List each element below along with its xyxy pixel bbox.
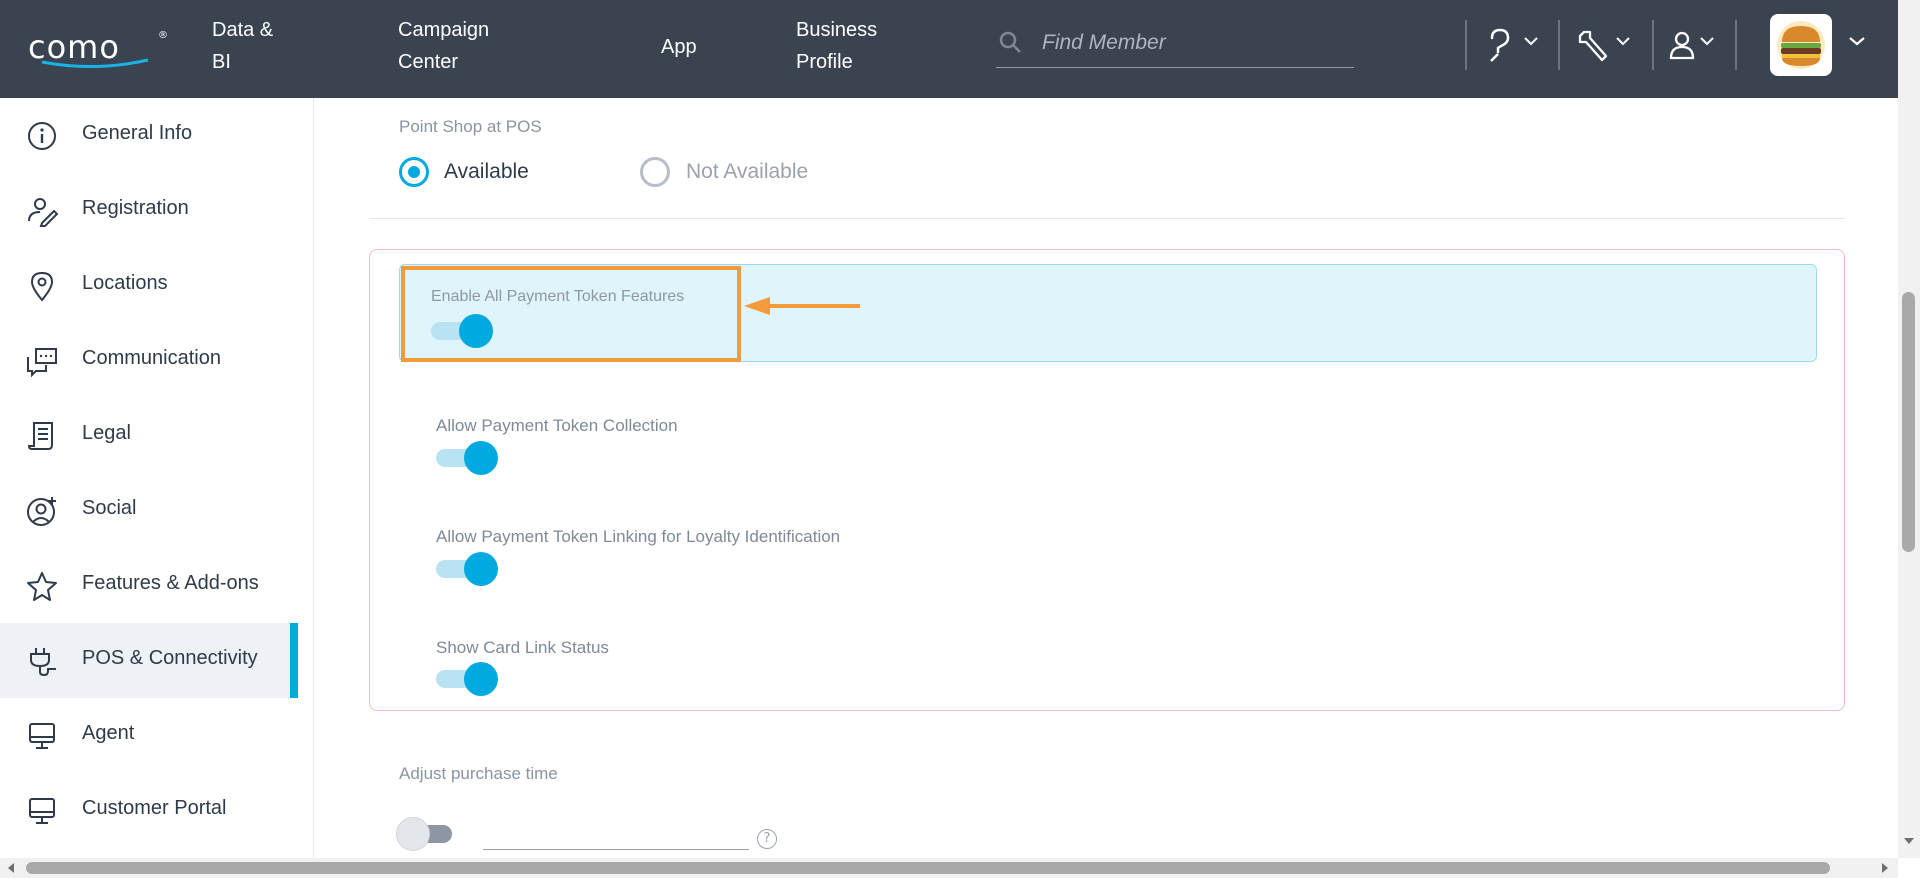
nav-app-label: App — [661, 36, 697, 58]
toolbar-divider — [1558, 20, 1560, 70]
toggle-knob — [396, 817, 430, 851]
section-divider — [369, 218, 1845, 219]
user-pen-icon — [28, 198, 58, 227]
vertical-scrollbar[interactable] — [1898, 0, 1920, 858]
annotation-arrow-icon — [744, 297, 860, 315]
nav-data-bi-line1: Data & — [212, 19, 274, 41]
adjust-purchase-input[interactable] — [483, 849, 749, 850]
horizontal-scrollbar-thumb[interactable] — [26, 862, 1830, 874]
monitor-icon — [29, 798, 55, 824]
nav-business-profile[interactable]: Business Profile — [796, 14, 877, 78]
adjust-purchase-toggle[interactable] — [396, 817, 458, 851]
find-member-search — [996, 22, 1354, 68]
chevron-down-icon[interactable] — [1700, 36, 1714, 46]
radio-available[interactable] — [399, 157, 429, 187]
settings-sidebar: General Info Registration Locations Comm… — [0, 98, 314, 858]
token-linking-toggle[interactable] — [436, 552, 498, 586]
chat-icon — [27, 348, 57, 377]
help-icon[interactable] — [1484, 28, 1514, 62]
toggle-knob — [464, 552, 498, 586]
info-icon — [28, 122, 56, 150]
sidebar-item-agent[interactable]: Agent — [0, 698, 314, 773]
document-icon — [27, 422, 53, 450]
top-navigation-bar: como ® Data & BI Campaign Center App Bus… — [0, 0, 1898, 98]
toolbar-divider — [1735, 20, 1737, 70]
annotation-highlight-box — [401, 266, 741, 362]
nav-app[interactable]: App — [661, 31, 697, 63]
radio-not-available[interactable] — [640, 157, 670, 187]
nav-campaign-center-line1: Campaign — [398, 19, 490, 41]
nav-business-profile-line2: Profile — [796, 51, 853, 73]
card-link-status-label: Show Card Link Status — [436, 638, 609, 657]
scroll-left-arrow-icon[interactable] — [6, 862, 16, 874]
sidebar-item-label: General Info — [82, 122, 193, 144]
toolbar-divider — [1652, 20, 1654, 70]
sidebar-item-communication[interactable]: Communication — [0, 323, 314, 398]
sidebar-item-social[interactable]: Social — [0, 473, 314, 548]
wrench-icon[interactable] — [1578, 28, 1610, 62]
sidebar-item-label: Legal — [82, 422, 131, 444]
sidebar-item-label: Customer Portal — [82, 797, 227, 819]
point-shop-label: Point Shop at POS — [399, 117, 542, 136]
nav-data-bi[interactable]: Data & BI — [212, 14, 273, 78]
toggle-knob — [464, 441, 498, 475]
user-add-icon — [27, 497, 56, 526]
sidebar-item-label: Features & Add-ons — [82, 572, 259, 594]
sidebar-item-pos-connectivity[interactable]: POS & Connectivity — [0, 623, 298, 698]
sidebar-item-label: Social — [82, 497, 137, 519]
como-logo[interactable]: como ® — [28, 28, 168, 69]
sidebar-item-label: POS & Connectivity — [82, 647, 258, 669]
sidebar-item-label: Locations — [82, 272, 168, 294]
monitor-icon — [29, 723, 55, 749]
search-icon — [999, 31, 1021, 53]
sidebar-item-registration[interactable]: Registration — [0, 173, 314, 248]
vertical-scrollbar-thumb[interactable] — [1902, 292, 1915, 552]
sidebar-item-customer-portal[interactable]: Customer Portal — [0, 773, 314, 848]
chevron-down-icon[interactable] — [1849, 36, 1865, 46]
user-icon[interactable] — [1668, 28, 1696, 62]
sidebar-item-locations[interactable]: Locations — [0, 248, 314, 323]
card-link-status-toggle[interactable] — [436, 662, 498, 696]
radio-not-available-label[interactable]: Not Available — [686, 160, 808, 184]
business-avatar[interactable] — [1770, 14, 1832, 76]
plug-icon — [30, 648, 56, 677]
radio-available-label[interactable]: Available — [444, 160, 529, 184]
sidebar-item-label: Communication — [82, 347, 221, 369]
nav-business-profile-line1: Business — [796, 19, 878, 41]
burger-logo-icon — [1777, 21, 1825, 69]
horizontal-scrollbar[interactable] — [0, 858, 1898, 878]
sidebar-item-features-addons[interactable]: Features & Add-ons — [0, 548, 314, 623]
scroll-right-arrow-icon[interactable] — [1880, 862, 1890, 874]
nav-data-bi-line2: BI — [212, 51, 231, 73]
logo-registered-mark: ® — [158, 30, 168, 41]
scroll-down-arrow-icon[interactable] — [1903, 836, 1915, 846]
sidebar-item-label: Registration — [82, 197, 189, 219]
sidebar-item-general-info[interactable]: General Info — [0, 98, 314, 173]
nav-campaign-center[interactable]: Campaign Center — [398, 14, 489, 78]
location-pin-icon — [30, 271, 54, 302]
toolbar-divider — [1465, 20, 1467, 70]
adjust-purchase-label: Adjust purchase time — [399, 764, 558, 783]
chevron-down-icon[interactable] — [1524, 36, 1538, 46]
help-icon[interactable]: ? — [757, 829, 777, 849]
toggle-knob — [464, 662, 498, 696]
star-icon — [27, 572, 57, 601]
nav-campaign-center-line2: Center — [398, 51, 459, 73]
search-input[interactable] — [1040, 28, 1340, 58]
token-collection-toggle[interactable] — [436, 441, 498, 475]
sidebar-item-label: Agent — [82, 722, 135, 744]
token-linking-label: Allow Payment Token Linking for Loyalty … — [436, 527, 841, 546]
logo-swoosh-icon — [41, 58, 149, 69]
token-collection-label: Allow Payment Token Collection — [436, 416, 678, 435]
sidebar-item-legal[interactable]: Legal — [0, 398, 314, 473]
chevron-down-icon[interactable] — [1616, 36, 1630, 46]
pos-connectivity-content: Point Shop at POS Available Not Availabl… — [315, 98, 1898, 858]
